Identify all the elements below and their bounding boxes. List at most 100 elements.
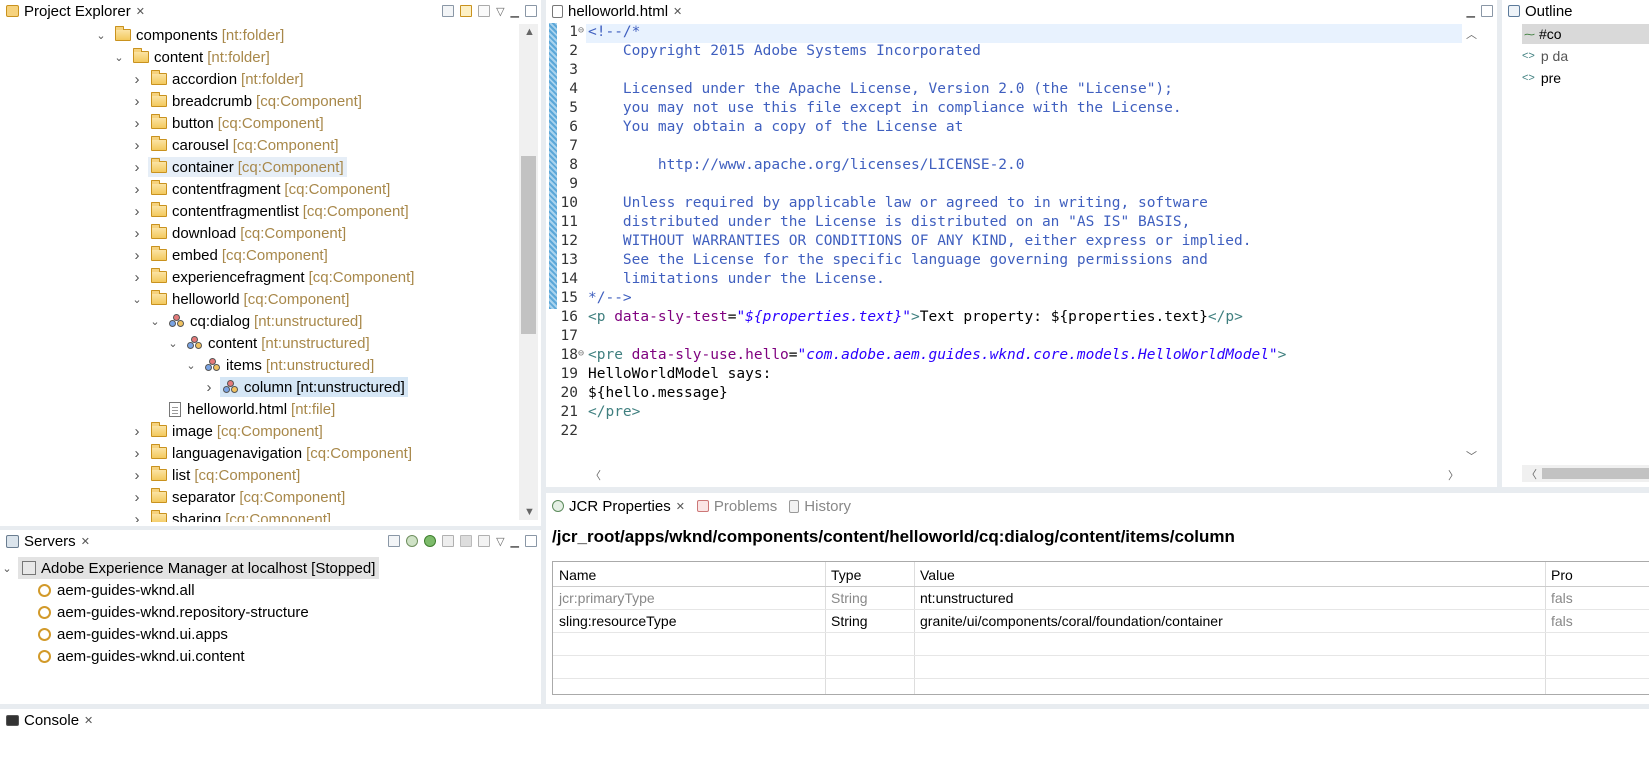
code-line[interactable]: You may obtain a copy of the License at — [588, 119, 963, 135]
close-icon[interactable]: ✕ — [676, 500, 685, 513]
tree-item-label-box[interactable]: carousel [cq:Component] — [148, 135, 342, 155]
server-row[interactable]: ⌄ Adobe Experience Manager at localhost … — [0, 557, 380, 579]
code-line[interactable]: HelloWorldModel says: — [588, 366, 771, 382]
tree-item-label-box[interactable]: helloworld [cq:Component] — [148, 289, 352, 309]
tree-item[interactable]: ⌄ content [nt:unstructured] — [166, 332, 373, 354]
chevron-right-icon[interactable]: › — [130, 137, 144, 154]
tree-item[interactable]: › container [cq:Component] — [130, 156, 347, 178]
tree-item[interactable]: › image [cq:Component] — [130, 420, 326, 442]
tree-item-label-box[interactable]: button [cq:Component] — [148, 113, 327, 133]
code-line[interactable]: Unless required by applicable law or agr… — [588, 195, 1208, 211]
tree-item[interactable]: › experiencefragment [cq:Component] — [130, 266, 417, 288]
chevron-right-icon[interactable]: › — [130, 225, 144, 242]
tree-item[interactable]: › accordion [nt:folder] — [130, 68, 307, 90]
start-server-icon[interactable] — [424, 535, 437, 547]
tab-history[interactable]: History — [783, 495, 857, 517]
chevron-right-icon[interactable]: › — [130, 445, 144, 462]
column-header-type[interactable]: Type — [825, 564, 914, 586]
tree-item[interactable]: ⌄ components [nt:folder] — [94, 24, 287, 46]
tree-item-label-box[interactable]: contentfragmentlist [cq:Component] — [148, 201, 412, 221]
tree-item[interactable]: › download [cq:Component] — [130, 222, 349, 244]
code-line[interactable]: <pre data-sly-use.hello="com.adobe.aem.g… — [588, 347, 1286, 363]
tree-item[interactable]: › sharing [cq:Component] — [130, 508, 334, 522]
publish-icon[interactable] — [478, 535, 491, 547]
code-line[interactable]: </pre> — [588, 404, 640, 420]
code-line[interactable]: distributed under the License is distrib… — [588, 214, 1190, 230]
property-value[interactable]: nt:unstructured — [914, 587, 1545, 609]
tree-item-label-box[interactable]: content [nt:unstructured] — [184, 333, 373, 353]
chevron-down-icon[interactable]: ⌄ — [112, 51, 126, 64]
code-line[interactable]: ${hello.message} — [588, 385, 728, 401]
module-row[interactable]: aem-guides-wknd.all — [38, 579, 195, 601]
editor-vscroll[interactable]: ︿ ﹀ — [1463, 24, 1480, 466]
project-explorer-tab[interactable]: Project Explorer ✕ — [0, 0, 151, 22]
tree-item-label-box[interactable]: cq:dialog [nt:unstructured] — [166, 311, 365, 331]
tree-scrollbar[interactable]: ▲ ▼ — [519, 24, 538, 520]
tree-item[interactable]: › separator [cq:Component] — [130, 486, 348, 508]
outline-item[interactable]: ⁓ #co — [1522, 24, 1649, 44]
tree-item-label-box[interactable]: contentfragment [cq:Component] — [148, 179, 393, 199]
profile-icon[interactable] — [442, 535, 455, 547]
code-line[interactable]: Licensed under the Apache License, Versi… — [588, 81, 1173, 97]
debug-icon[interactable] — [406, 535, 419, 547]
chevron-down-icon[interactable]: ⌄ — [184, 359, 198, 372]
column-header-protected[interactable]: Pro — [1545, 564, 1649, 586]
chevron-down-icon[interactable]: ⌄ — [130, 293, 144, 306]
tree-item-label-box[interactable]: breadcrumb [cq:Component] — [148, 91, 365, 111]
tree-item[interactable]: ⌄ items [nt:unstructured] — [184, 354, 377, 376]
console-tab[interactable]: Console ✕ — [0, 709, 99, 731]
chevron-right-icon[interactable]: › — [130, 247, 144, 264]
tree-item-label-box[interactable]: experiencefragment [cq:Component] — [148, 267, 417, 287]
property-type[interactable]: String — [825, 610, 914, 632]
scroll-left-icon[interactable]: 〈 — [590, 467, 601, 483]
tree-item-label-box[interactable]: download [cq:Component] — [148, 223, 349, 243]
maximize-icon[interactable] — [525, 535, 537, 547]
code-line[interactable]: See the License for the specific languag… — [588, 252, 1208, 268]
chevron-right-icon[interactable]: › — [130, 93, 144, 110]
property-value[interactable]: granite/ui/components/coral/foundation/c… — [914, 610, 1545, 632]
minimize-icon[interactable]: ▁ — [511, 5, 519, 18]
tree-item[interactable]: ⌄ cq:dialog [nt:unstructured] — [148, 310, 365, 332]
tree-item-label-box[interactable]: accordion [nt:folder] — [148, 69, 307, 89]
module-row[interactable]: aem-guides-wknd.ui.content — [38, 645, 245, 667]
maximize-icon[interactable] — [1481, 5, 1493, 17]
scroll-left-icon[interactable]: 〈 — [1526, 466, 1537, 482]
scroll-thumb[interactable] — [521, 156, 536, 334]
scroll-down-icon[interactable]: ﹀ — [1466, 448, 1477, 464]
code-line[interactable]: WITHOUT WARRANTIES OR CONDITIONS OF ANY … — [588, 233, 1252, 249]
servers-tab[interactable]: Servers ✕ — [0, 530, 96, 552]
chevron-right-icon[interactable]: › — [130, 115, 144, 132]
module-row[interactable]: aem-guides-wknd.repository-structure — [38, 601, 309, 623]
collapse-all-icon[interactable] — [442, 5, 455, 17]
tree-item[interactable]: › embed [cq:Component] — [130, 244, 331, 266]
tree-item-label-box[interactable]: sharing [cq:Component] — [148, 509, 334, 522]
chevron-right-icon[interactable]: › — [130, 71, 144, 88]
property-name[interactable]: jcr:primaryType — [553, 587, 825, 609]
minimize-icon[interactable]: ▁ — [511, 535, 519, 548]
link-with-editor-icon[interactable] — [460, 5, 473, 17]
chevron-right-icon[interactable]: › — [130, 159, 144, 176]
code-line[interactable]: limitations under the License. — [588, 271, 885, 287]
property-name[interactable]: sling:resourceType — [553, 610, 825, 632]
chevron-down-icon[interactable]: ⌄ — [0, 562, 14, 575]
tree-item[interactable]: ⌄ content [nt:folder] — [112, 46, 273, 68]
tree-item-label-box[interactable]: image [cq:Component] — [148, 421, 326, 441]
close-icon[interactable]: ✕ — [81, 535, 90, 548]
chevron-right-icon[interactable]: › — [202, 379, 216, 396]
close-icon[interactable]: ✕ — [84, 714, 93, 727]
tree-item[interactable]: ⌄ helloworld [cq:Component] — [130, 288, 352, 310]
scroll-up-icon[interactable]: ︿ — [1466, 26, 1477, 42]
tree-item[interactable]: › contentfragment [cq:Component] — [130, 178, 393, 200]
outline-tab[interactable]: Outline — [1502, 0, 1579, 22]
scroll-down-icon[interactable]: ▼ — [524, 506, 535, 518]
tree-item-label-box[interactable]: content [nt:folder] — [130, 47, 273, 67]
chevron-down-icon[interactable]: ⌄ — [166, 337, 180, 350]
tree-item-label-box[interactable]: column [nt:unstructured] — [220, 377, 408, 397]
chevron-right-icon[interactable]: › — [130, 511, 144, 523]
tree-item-label-box[interactable]: list [cq:Component] — [148, 465, 303, 485]
chevron-down-icon[interactable]: ⌄ — [148, 315, 162, 328]
tree-item[interactable]: › list [cq:Component] — [130, 464, 303, 486]
code-line[interactable]: http://www.apache.org/licenses/LICENSE-2… — [588, 157, 1025, 173]
code-line[interactable]: <p data-sly-test="${properties.text}">Te… — [588, 309, 1243, 325]
tree-item-label-box[interactable]: embed [cq:Component] — [148, 245, 331, 265]
